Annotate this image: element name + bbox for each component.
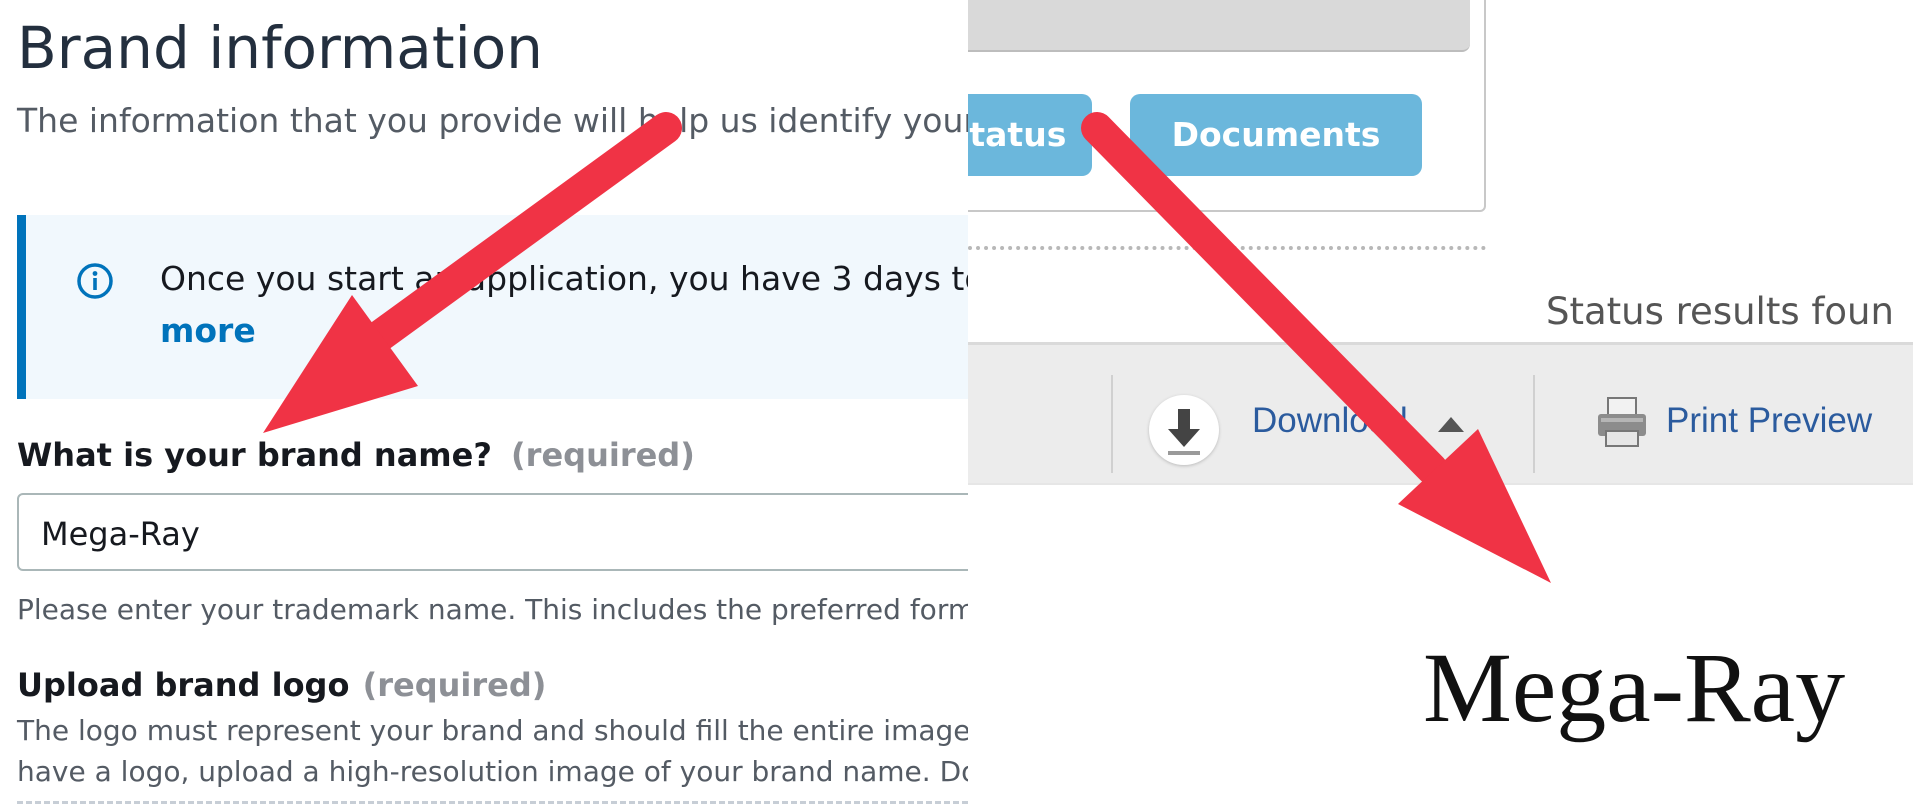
logo-help-line-2: have a logo, upload a high-resolution im…	[17, 755, 968, 788]
logo-upload-label: Upload brand logo (required)	[17, 666, 546, 704]
tab-documents[interactable]: Documents	[1130, 94, 1422, 176]
download-icon[interactable]	[1149, 395, 1219, 465]
brand-name-help: Please enter your trademark name. This i…	[17, 593, 968, 626]
page-title: Brand information	[17, 14, 543, 82]
required-tag: (required)	[511, 436, 695, 474]
download-button[interactable]: Download	[1252, 401, 1408, 441]
status-results-text: Status results foun	[1546, 290, 1894, 333]
info-icon	[77, 263, 113, 299]
alert-accent-bar	[17, 215, 26, 399]
results-toolbar: Download Print Preview	[968, 342, 1913, 485]
brand-name-label-text: What is your brand name?	[17, 436, 492, 474]
learn-more-link[interactable]: more	[160, 311, 256, 350]
brand-registry-form: Brand information The information that y…	[0, 0, 968, 804]
info-alert: Once you start an application, you have …	[17, 215, 968, 399]
alert-text: Once you start an application, you have …	[160, 259, 968, 298]
required-tag: (required)	[362, 666, 547, 704]
trademark-status-page: Status Documents Status results foun Dow…	[968, 0, 1913, 804]
search-panel-header	[968, 0, 1470, 52]
brand-name-label: What is your brand name? (required)	[17, 436, 695, 474]
brand-name-value: Mega-Ray	[41, 515, 200, 553]
print-preview-button[interactable]: Print Preview	[1666, 401, 1872, 441]
trademark-mark-text: Mega-Ray	[1423, 632, 1846, 743]
search-panel: Status Documents	[968, 0, 1486, 212]
tab-status[interactable]: Status	[968, 94, 1092, 176]
printer-icon[interactable]	[1595, 395, 1649, 449]
page-subtitle: The information that you provide will he…	[17, 101, 968, 140]
caret-up-icon[interactable]	[1438, 417, 1464, 432]
brand-name-input[interactable]: Mega-Ray	[17, 493, 968, 571]
toolbar-separator	[1533, 375, 1535, 473]
dotted-divider	[968, 246, 1486, 250]
logo-help-line-1: The logo must represent your brand and s…	[17, 714, 968, 747]
toolbar-separator	[1111, 375, 1113, 473]
logo-upload-label-text: Upload brand logo	[17, 666, 350, 704]
